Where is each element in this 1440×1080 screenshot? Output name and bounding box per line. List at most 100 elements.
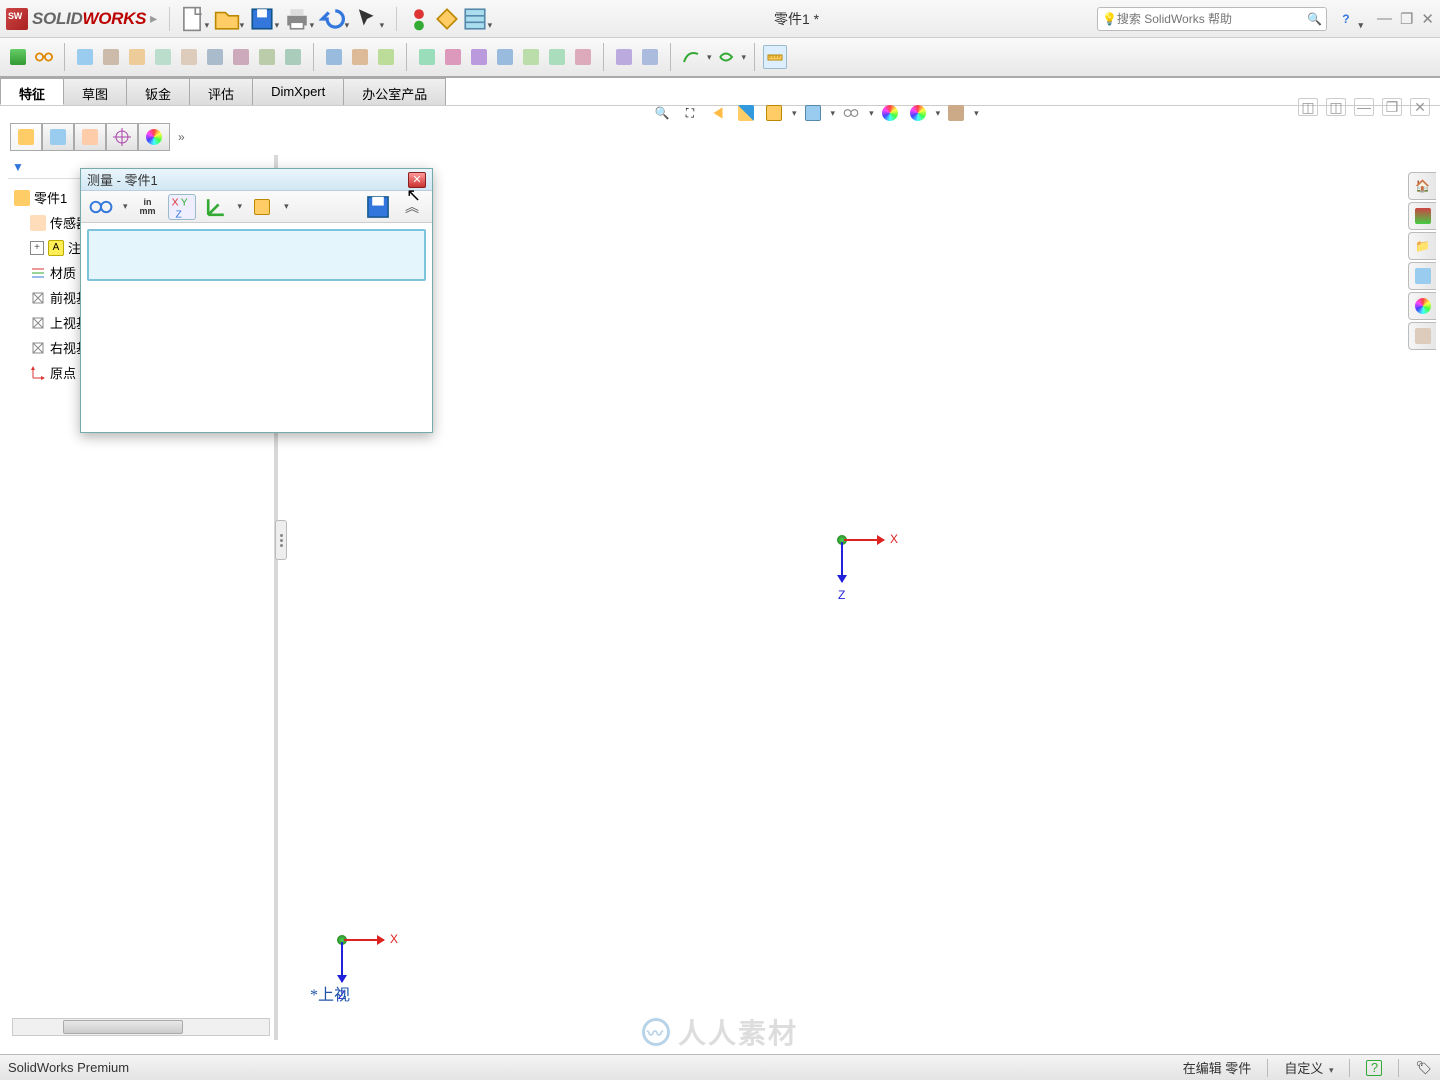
hide-show-icon[interactable] — [839, 101, 863, 125]
propertymgr-tab[interactable] — [42, 123, 74, 151]
scrollbar-thumb[interactable] — [63, 1020, 183, 1034]
undo-button[interactable] — [319, 6, 345, 32]
help-search-box[interactable]: 💡 🔍 — [1097, 7, 1327, 31]
taskpane-home[interactable]: 🏠 — [1408, 172, 1436, 200]
dialog-close-button[interactable]: ✕ — [408, 172, 426, 188]
tab-office[interactable]: 办公室产品 — [343, 78, 446, 105]
save-button[interactable] — [249, 6, 275, 32]
tab-sheetmetal[interactable]: 钣金 — [126, 78, 190, 105]
zoom-fit-icon[interactable]: 🔍 — [650, 101, 674, 125]
close-button[interactable]: ✕ — [1421, 10, 1434, 28]
search-icon[interactable]: 🔍 — [1307, 12, 1322, 26]
help-button[interactable]: ? — [1333, 6, 1359, 32]
collapse-button[interactable]: ︽ — [398, 194, 426, 220]
tool-6[interactable] — [203, 45, 227, 69]
status-tag-icon[interactable]: 🏷 — [1415, 1060, 1432, 1076]
settings-button[interactable] — [462, 6, 488, 32]
chevron-down-icon[interactable]: ▾ — [707, 52, 712, 63]
status-help-icon[interactable]: ? — [1366, 1060, 1382, 1076]
zoom-area-icon[interactable]: ⛶ — [678, 101, 702, 125]
doc-restore[interactable]: ❐ — [1382, 98, 1402, 116]
doc-minimize[interactable]: — — [1354, 98, 1374, 116]
view-orient-icon[interactable] — [762, 101, 786, 125]
tool-1[interactable] — [73, 45, 97, 69]
taskpane-custom-props[interactable] — [1408, 322, 1436, 350]
tool-4[interactable] — [151, 45, 175, 69]
tool-20[interactable] — [612, 45, 636, 69]
coord-sys-button[interactable] — [202, 194, 230, 220]
prev-view-icon[interactable] — [706, 101, 730, 125]
projection-button[interactable] — [248, 194, 276, 220]
taskpane-file-explorer[interactable]: 📁 — [1408, 232, 1436, 260]
chevron-down-icon[interactable]: ▾ — [238, 201, 243, 212]
chevron-down-icon[interactable]: ▾ — [284, 201, 289, 212]
menu-expand-button[interactable]: ▸ — [146, 10, 161, 27]
tab-dimxpert[interactable]: DimXpert — [252, 78, 344, 105]
tool-10[interactable] — [322, 45, 346, 69]
tool-3[interactable] — [125, 45, 149, 69]
chevron-down-icon[interactable]: ▾ — [742, 52, 747, 63]
funnel-icon[interactable]: ▼ — [12, 160, 24, 174]
tool-12[interactable] — [374, 45, 398, 69]
tool-16[interactable] — [493, 45, 517, 69]
taskpane-design-lib[interactable] — [1408, 202, 1436, 230]
tab-evaluate[interactable]: 评估 — [189, 78, 253, 105]
help-search-input[interactable] — [1117, 12, 1307, 26]
tool-23[interactable] — [714, 45, 738, 69]
doc-close[interactable]: ✕ — [1410, 98, 1430, 116]
graphics-viewport[interactable]: X Z X Z 上视 — [282, 120, 1432, 1040]
tool-21[interactable] — [638, 45, 662, 69]
tool-13[interactable] — [415, 45, 439, 69]
save-measure-button[interactable] — [364, 194, 392, 220]
doc-icon-1[interactable]: ◫ — [1298, 98, 1318, 116]
display-style-icon[interactable] — [801, 101, 825, 125]
tool-8[interactable] — [255, 45, 279, 69]
measure-tool-active[interactable] — [763, 45, 787, 69]
chevron-down-icon[interactable]: ▾ — [123, 201, 128, 212]
taskpane-view-palette[interactable] — [1408, 262, 1436, 290]
glasses-icon[interactable] — [32, 45, 56, 69]
tool-2[interactable] — [99, 45, 123, 69]
units-button[interactable]: inmm — [134, 194, 162, 220]
featuremgr-tab[interactable] — [10, 123, 42, 151]
tool-9[interactable] — [281, 45, 305, 69]
select-button[interactable] — [354, 6, 380, 32]
rebuild-button[interactable] — [406, 6, 432, 32]
taskpane-appearances[interactable] — [1408, 292, 1436, 320]
print-button[interactable] — [284, 6, 310, 32]
tool-11[interactable] — [348, 45, 372, 69]
tool-18[interactable] — [545, 45, 569, 69]
tab-features[interactable]: 特征 — [0, 78, 64, 105]
chevron-down-icon[interactable]: ▾ — [831, 108, 836, 119]
assembly-icon[interactable] — [6, 45, 30, 69]
tool-22[interactable] — [679, 45, 703, 69]
measure-selection-box[interactable] — [87, 229, 426, 281]
chevron-down-icon[interactable]: ▾ — [792, 108, 797, 119]
render-icon[interactable] — [944, 101, 968, 125]
xyz-button[interactable]: XYZ — [168, 194, 196, 220]
doc-icon-2[interactable]: ◫ — [1326, 98, 1346, 116]
appearance-icon[interactable] — [878, 101, 902, 125]
tool-15[interactable] — [467, 45, 491, 69]
chevron-down-icon[interactable]: ▾ — [936, 108, 941, 119]
open-file-button[interactable] — [214, 6, 240, 32]
new-file-button[interactable] — [179, 6, 205, 32]
panel-splitter[interactable] — [275, 520, 287, 560]
scene-icon[interactable] — [906, 101, 930, 125]
tool-17[interactable] — [519, 45, 543, 69]
tool-19[interactable] — [571, 45, 595, 69]
tool-14[interactable] — [441, 45, 465, 69]
custom-menu[interactable]: 自定义 ▾ — [1284, 1058, 1333, 1077]
tool-5[interactable] — [177, 45, 201, 69]
maximize-button[interactable]: ❐ — [1400, 10, 1413, 28]
dimxpert-tab[interactable] — [106, 123, 138, 151]
panel-overflow[interactable]: » — [170, 130, 193, 144]
configmgr-tab[interactable] — [74, 123, 106, 151]
arc-measure-button[interactable] — [87, 194, 115, 220]
expand-icon[interactable]: + — [30, 241, 44, 255]
options-button[interactable] — [434, 6, 460, 32]
measure-dialog-titlebar[interactable]: 测量 - 零件1 ✕ — [81, 169, 432, 191]
tab-sketch[interactable]: 草图 — [63, 78, 127, 105]
horizontal-scrollbar[interactable] — [12, 1018, 270, 1036]
chevron-down-icon[interactable]: ▾ — [869, 108, 874, 119]
